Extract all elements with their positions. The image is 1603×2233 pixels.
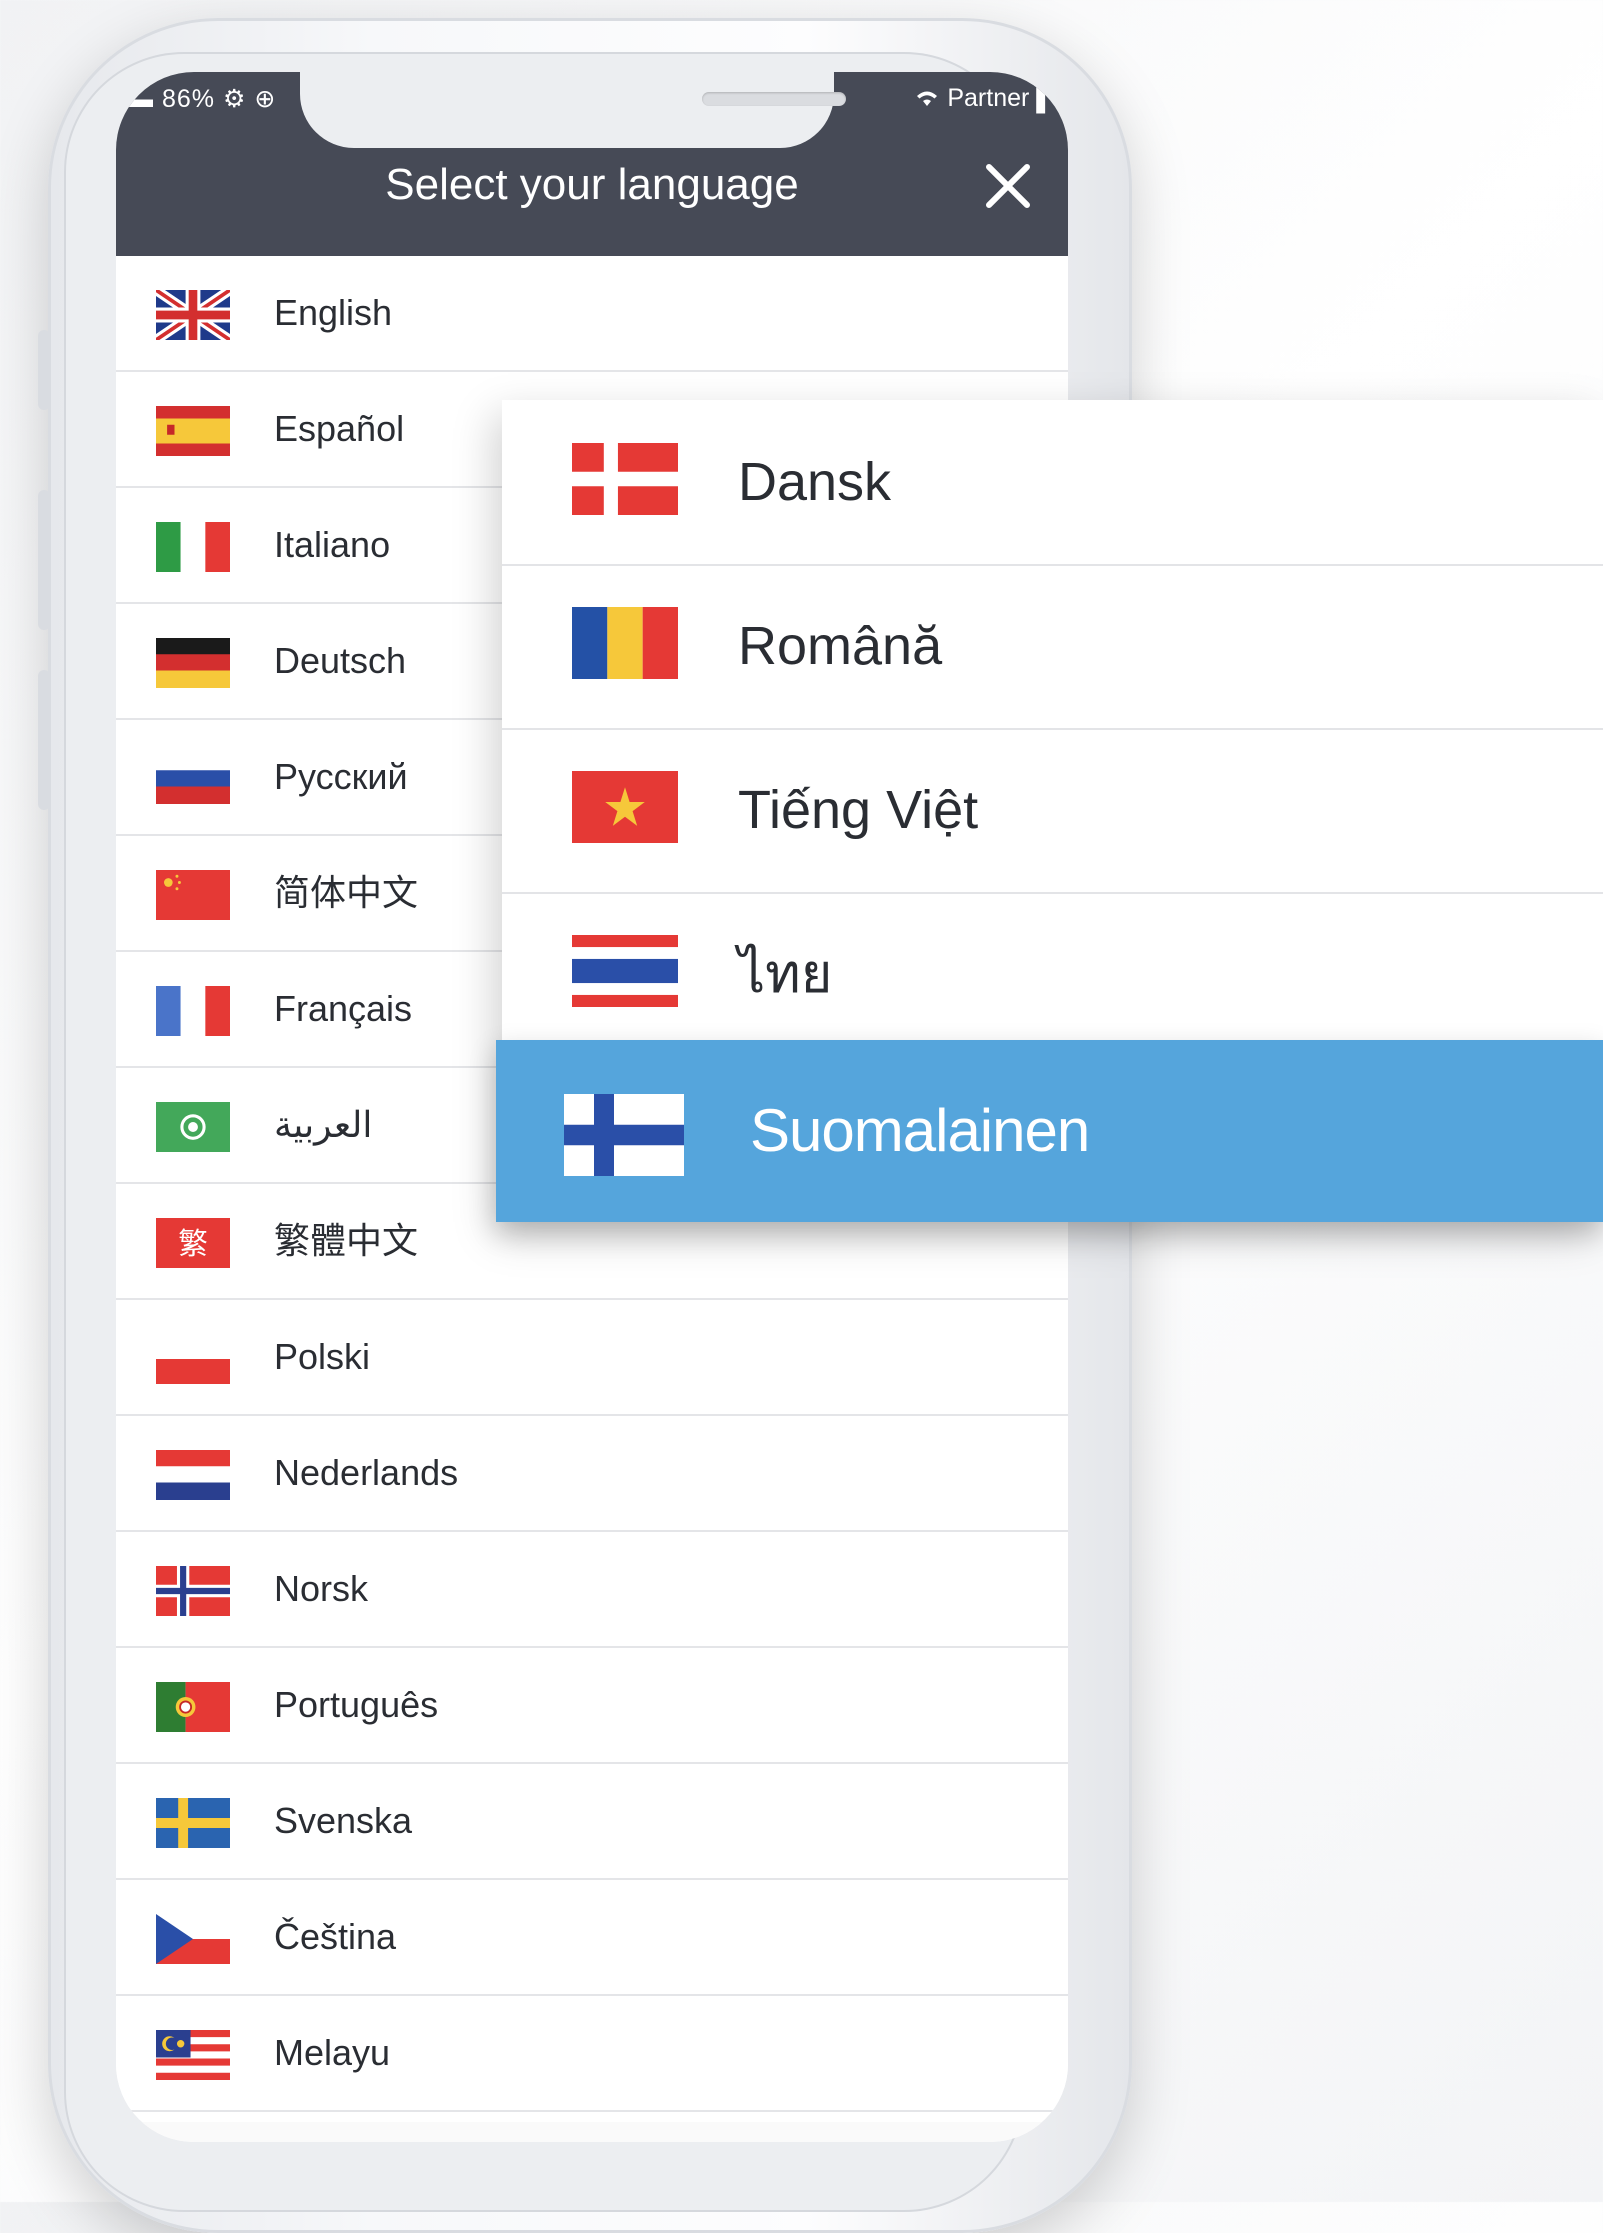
phone-notch [300,72,846,148]
home-indicator-area [116,2122,1068,2142]
zoomed-language-label: ไทย [738,944,833,1004]
france-flag-icon [156,986,230,1036]
close-button[interactable] [976,154,1040,218]
app-header: ▬ 86% ⚙ ⊕ Partner ▌ Select your language [116,72,1068,256]
traditional-chinese-flag-icon: 繁 [156,1218,230,1268]
language-label: 简体中文 [274,872,419,913]
zoomed-language-option-3[interactable]: ไทย [502,892,1603,1058]
china-flag-icon [156,870,230,920]
language-label: Español [274,408,405,449]
romania-flag-icon [572,607,678,679]
thailand-flag-icon [572,935,678,1007]
svg-text:繁: 繁 [178,1227,208,1262]
language-label: Polski [274,1336,371,1377]
zoomed-language-label: Suomalainen [750,1097,1090,1164]
zoomed-language-label: Tiếng Việt [738,780,979,840]
language-option-11[interactable]: Norsk [116,1532,1068,1648]
language-option-0[interactable]: English [116,256,1068,372]
language-label: Svenska [274,1800,413,1841]
language-option-12[interactable]: Português [116,1648,1068,1764]
denmark-flag-icon [572,443,678,515]
language-label: English [274,292,393,333]
russia-flag-icon [156,754,230,804]
zoomed-language-list: Dansk Română Tiếng Việt ไทย Suomalainen [496,400,1603,1222]
sweden-flag-icon [156,1798,230,1848]
language-label: العربية [274,1104,373,1145]
norway-flag-icon [156,1566,230,1616]
language-option-9[interactable]: Polski [116,1300,1068,1416]
zoomed-language-option-1[interactable]: Română [502,564,1603,730]
battery-percentage: 86% [161,85,215,113]
language-label: Português [274,1684,439,1725]
battery-icon: ▬ [128,85,154,113]
zoomed-language-option-2[interactable]: Tiếng Việt [502,728,1603,894]
language-label: Italiano [274,524,391,565]
status-bar-right: Partner ▌ [914,84,1054,113]
italy-flag-icon [156,522,230,572]
status-bar-left: ▬ 86% ⚙ ⊕ [128,84,276,114]
carrier-name: Partner [947,84,1030,112]
settings-status-icon: ⚙ [222,85,247,113]
zoomed-language-label: Dansk [738,452,892,512]
zoomed-language-option-0[interactable]: Dansk [502,400,1603,566]
uk-flag-icon [156,290,230,340]
finland-flag-icon [564,1094,684,1176]
zoomed-language-label: Română [738,616,943,676]
volume-up-button [38,490,50,630]
portugal-flag-icon [156,1682,230,1732]
malaysia-flag-icon [156,2030,230,2080]
language-label: 繁體中文 [274,1220,419,1261]
language-label: Melayu [274,2032,391,2073]
language-label: Norsk [274,1568,369,1609]
poland-flag-icon [156,1334,230,1384]
language-option-13[interactable]: Svenska [116,1764,1068,1880]
selected-language-option[interactable]: Suomalainen [496,1040,1603,1222]
signal-icon: ▌ [1036,84,1054,112]
germany-flag-icon [156,638,230,688]
speaker-grille [702,92,846,106]
close-icon [986,164,1030,208]
czech-flag-icon [156,1914,230,1964]
language-label: Français [274,988,413,1029]
language-option-10[interactable]: Nederlands [116,1416,1068,1532]
netherlands-flag-icon [156,1450,230,1500]
language-label: Nederlands [274,1452,459,1493]
lock-rotation-icon: ⊕ [254,85,277,113]
wifi-icon [914,84,947,112]
arab-league-flag-icon [156,1102,230,1152]
language-label: Čeština [274,1916,397,1957]
language-option-14[interactable]: Čeština [116,1880,1068,1996]
vietnam-flag-icon [572,771,678,843]
page-title: Select your language [385,160,799,209]
language-label: Русский [274,756,408,797]
volume-down-button [38,670,50,810]
language-label: Deutsch [274,640,407,681]
language-option-15[interactable]: Melayu [116,1996,1068,2112]
spain-flag-icon [156,406,230,456]
mute-switch [38,330,50,410]
